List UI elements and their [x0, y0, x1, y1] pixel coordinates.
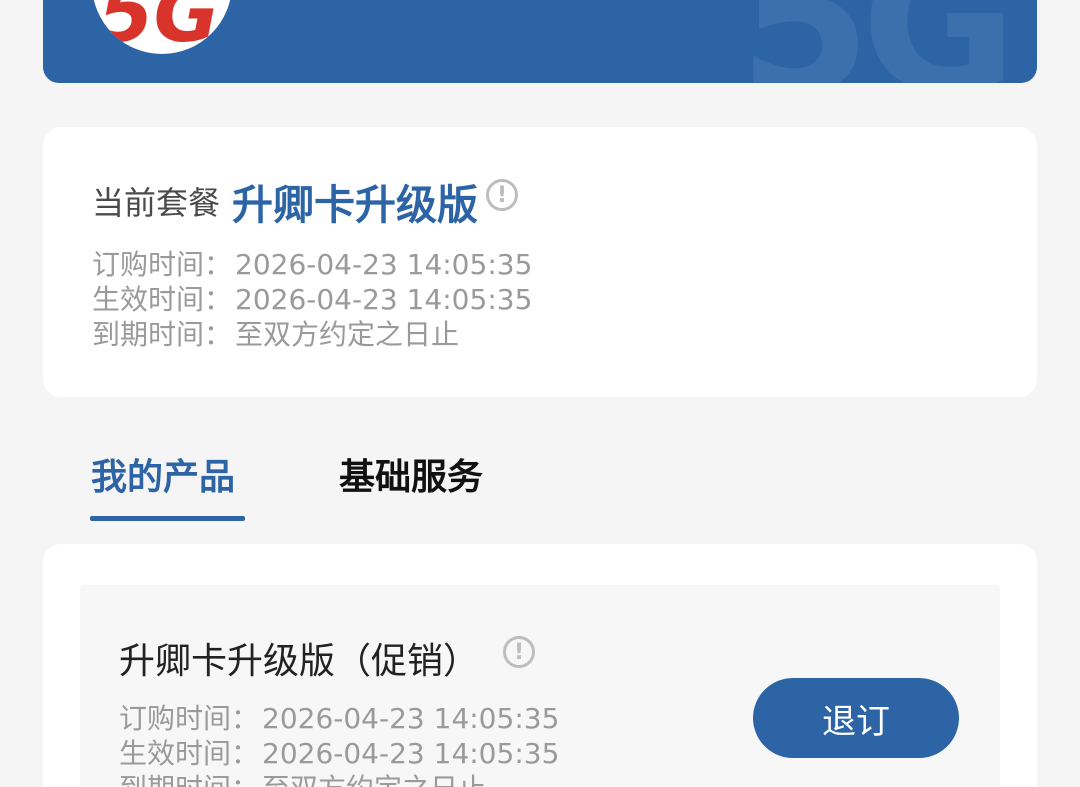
effective-time-value: 2026-04-23 14:05:35 [235, 283, 533, 316]
expiry-time-value: 至双方约定之日止 [235, 318, 460, 351]
current-plan-card: 当前套餐 升卿卡升级版 ! 订购时间： 2026-04-23 14:05:35 … [43, 127, 1037, 397]
product-order-time-value: 2026-04-23 14:05:35 [262, 702, 560, 735]
product-header: 升卿卡升级版（促销） ! [119, 632, 536, 684]
order-time-value: 2026-04-23 14:05:35 [235, 248, 533, 281]
logo-mark: 5G [98, 0, 220, 54]
tab-my-products[interactable]: 我的产品 [91, 448, 235, 500]
product-item: 升卿卡升级版（促销） ! 订购时间： 2026-04-23 14:05:35 生… [80, 585, 1000, 787]
tab-basic-services[interactable]: 基础服务 [339, 448, 483, 500]
effective-time-label: 生效时间： [92, 283, 233, 316]
info-circle-icon[interactable]: ! [503, 636, 536, 668]
expiry-time-row: 到期时间： 至双方约定之日止 [92, 317, 532, 352]
product-dates: 订购时间： 2026-04-23 14:05:35 生效时间： 2026-04-… [119, 701, 559, 787]
banner-watermark: 5G [739, 0, 1017, 83]
order-time-label: 订购时间： [92, 248, 233, 281]
product-order-time-row: 订购时间： 2026-04-23 14:05:35 [119, 701, 559, 736]
product-effective-time-value: 2026-04-23 14:05:35 [262, 737, 560, 770]
brand-logo: 5G [92, 0, 232, 54]
page: 5G 5G 当前套餐 升卿卡升级版 ! 订购时间： 2026-04-23 14:… [0, 0, 1080, 787]
product-expiry-time-label: 到期时间： [119, 771, 262, 787]
products-card: 升卿卡升级版（促销） ! 订购时间： 2026-04-23 14:05:35 生… [43, 544, 1037, 787]
info-circle-icon[interactable]: ! [486, 179, 519, 211]
product-effective-time-label: 生效时间： [119, 737, 260, 770]
active-tab-indicator [90, 516, 245, 521]
product-expiry-time-row: 到期时间： 至双方约定之日止 [119, 771, 559, 787]
product-effective-time-row: 生效时间： 2026-04-23 14:05:35 [119, 736, 559, 771]
current-plan-name: 升卿卡升级版 [232, 181, 479, 229]
current-plan-dates: 订购时间： 2026-04-23 14:05:35 生效时间： 2026-04-… [92, 247, 532, 352]
unsubscribe-button[interactable]: 退订 [753, 678, 959, 758]
product-name: 升卿卡升级版（促销） [119, 641, 480, 682]
current-plan-label: 当前套餐 [92, 184, 221, 222]
effective-time-row: 生效时间： 2026-04-23 14:05:35 [92, 282, 532, 317]
product-expiry-time-value: 至双方约定之日止 [262, 771, 486, 787]
current-plan-header: 当前套餐 升卿卡升级版 ! [92, 171, 519, 231]
order-time-row: 订购时间： 2026-04-23 14:05:35 [92, 247, 532, 282]
product-order-time-label: 订购时间： [119, 702, 260, 735]
expiry-time-label: 到期时间： [92, 318, 233, 351]
